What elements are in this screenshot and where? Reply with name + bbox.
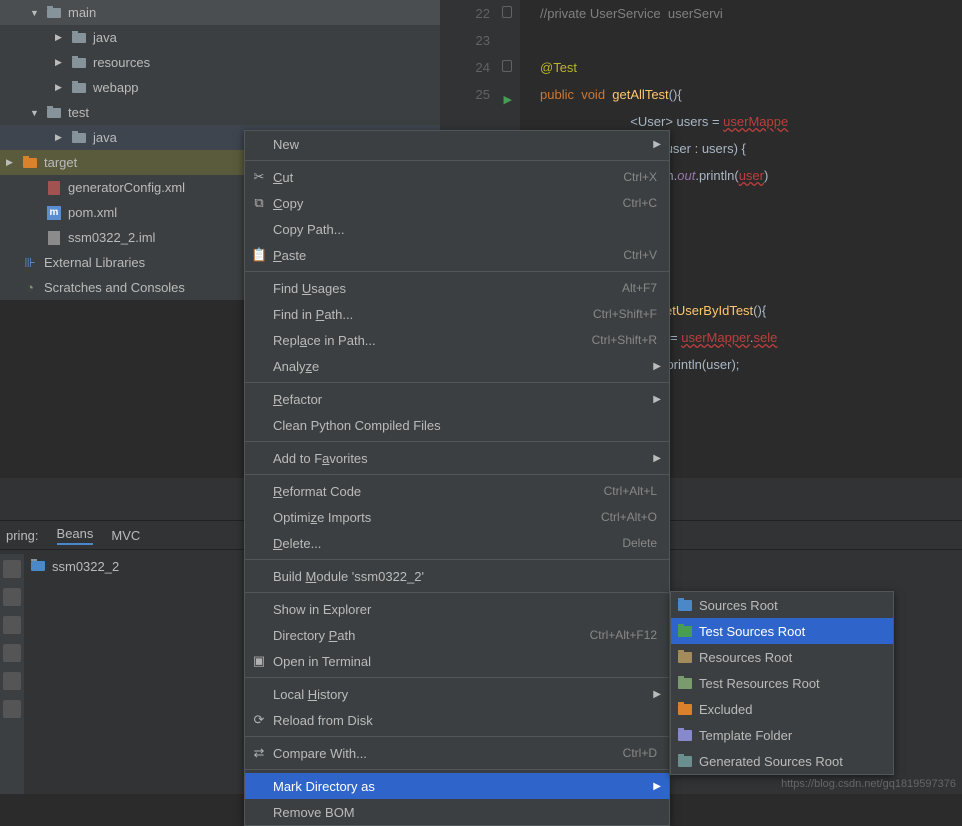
menu-find-in-path[interactable]: Find in Path...Ctrl+Shift+F <box>245 301 669 327</box>
tool-icon[interactable] <box>3 672 21 690</box>
tree-label: resources <box>93 55 150 70</box>
tree-label: ssm0322_2.iml <box>68 230 155 245</box>
submenu-generated-sources-root[interactable]: Generated Sources Root <box>671 748 893 774</box>
folder-icon <box>678 704 692 715</box>
menu-refactor[interactable]: Refactor▶ <box>245 386 669 412</box>
copy-icon: ⧉ <box>251 195 267 211</box>
submenu-resources-root[interactable]: Resources Root <box>671 644 893 670</box>
menu-remove-bom[interactable]: Remove BOM <box>245 799 669 825</box>
menu-show-explorer[interactable]: Show in Explorer <box>245 596 669 622</box>
submenu-test-sources-root[interactable]: Test Sources Root <box>671 618 893 644</box>
menu-copy[interactable]: ⧉CopyCtrl+C <box>245 190 669 216</box>
submenu-sources-root[interactable]: Sources Root <box>671 592 893 618</box>
folder-icon <box>678 730 692 741</box>
tree-main[interactable]: ▼main <box>0 0 440 25</box>
diff-icon: ⇄ <box>251 745 267 761</box>
gutter-line: 23 <box>440 27 520 54</box>
run-icon[interactable]: ▶ <box>504 87 512 114</box>
tree-label: Scratches and Consoles <box>44 280 185 295</box>
tree-label: java <box>93 30 117 45</box>
submenu-template-folder[interactable]: Template Folder <box>671 722 893 748</box>
tab-mvc[interactable]: MVC <box>111 528 140 543</box>
folder-icon <box>678 626 692 637</box>
menu-add-favorites[interactable]: Add to Favorites▶ <box>245 445 669 471</box>
mark-directory-submenu: Sources Root Test Sources Root Resources… <box>670 591 894 775</box>
folder-icon <box>678 600 692 611</box>
folder-icon <box>678 756 692 767</box>
scissors-icon: ✂ <box>251 169 267 185</box>
menu-paste[interactable]: 📋PasteCtrl+V <box>245 242 669 268</box>
tree-label: External Libraries <box>44 255 145 270</box>
submenu-test-resources-root[interactable]: Test Resources Root <box>671 670 893 696</box>
gutter-line: 25▶ <box>440 81 520 108</box>
menu-cut[interactable]: ✂CutCtrl+X <box>245 164 669 190</box>
menu-open-terminal[interactable]: ▣Open in Terminal <box>245 648 669 674</box>
menu-reformat[interactable]: Reformat CodeCtrl+Alt+L <box>245 478 669 504</box>
tree-label: webapp <box>93 80 139 95</box>
tree-main-resources[interactable]: ▶resources <box>0 50 440 75</box>
tree-label: java <box>93 130 117 145</box>
menu-mark-directory-as[interactable]: Mark Directory as▶ <box>245 773 669 799</box>
watermark: https://blog.csdn.net/gq1819597376 <box>781 778 956 790</box>
menu-delete[interactable]: Delete...Delete <box>245 530 669 556</box>
menu-replace-in-path[interactable]: Replace in Path...Ctrl+Shift+R <box>245 327 669 353</box>
menu-analyze[interactable]: Analyze▶ <box>245 353 669 379</box>
menu-new[interactable]: New▶ <box>245 131 669 157</box>
menu-find-usages[interactable]: Find UsagesAlt+F7 <box>245 275 669 301</box>
tree-label: generatorConfig.xml <box>68 180 185 195</box>
tool-icon[interactable] <box>3 700 21 718</box>
context-menu: New▶ ✂CutCtrl+X ⧉CopyCtrl+C Copy Path...… <box>244 130 670 826</box>
menu-reload-disk[interactable]: ⟳Reload from Disk <box>245 707 669 733</box>
tab-beans[interactable]: Beans <box>57 526 94 545</box>
tool-icon[interactable] <box>3 560 21 578</box>
gutter-line: 24 <box>440 54 520 81</box>
tree-main-webapp[interactable]: ▶webapp <box>0 75 440 100</box>
menu-clean-python[interactable]: Clean Python Compiled Files <box>245 412 669 438</box>
menu-build-module[interactable]: Build Module 'ssm0322_2' <box>245 563 669 589</box>
menu-copy-path[interactable]: Copy Path... <box>245 216 669 242</box>
tab-spring: pring: <box>6 528 39 543</box>
paste-icon: 📋 <box>251 247 267 263</box>
gutter-line: 22 <box>440 0 520 27</box>
tree-label: test <box>68 105 89 120</box>
tool-strip <box>0 554 24 794</box>
tool-icon[interactable] <box>3 616 21 634</box>
tree-main-java[interactable]: ▶java <box>0 25 440 50</box>
tree-test[interactable]: ▼test <box>0 100 440 125</box>
menu-optimize-imports[interactable]: Optimize ImportsCtrl+Alt+O <box>245 504 669 530</box>
tree-label: target <box>44 155 77 170</box>
reload-icon: ⟳ <box>251 712 267 728</box>
folder-icon <box>678 652 692 663</box>
folder-icon <box>678 678 692 689</box>
menu-compare-with[interactable]: ⇄Compare With...Ctrl+D <box>245 740 669 766</box>
tool-icon[interactable] <box>3 588 21 606</box>
tool-icon[interactable] <box>3 644 21 662</box>
terminal-icon: ▣ <box>251 653 267 669</box>
tree-label: main <box>68 5 96 20</box>
submenu-excluded[interactable]: Excluded <box>671 696 893 722</box>
menu-directory-path[interactable]: Directory PathCtrl+Alt+F12 <box>245 622 669 648</box>
menu-local-history[interactable]: Local History▶ <box>245 681 669 707</box>
tree-label: pom.xml <box>68 205 117 220</box>
spring-project[interactable]: ssm0322_2 <box>30 558 119 574</box>
